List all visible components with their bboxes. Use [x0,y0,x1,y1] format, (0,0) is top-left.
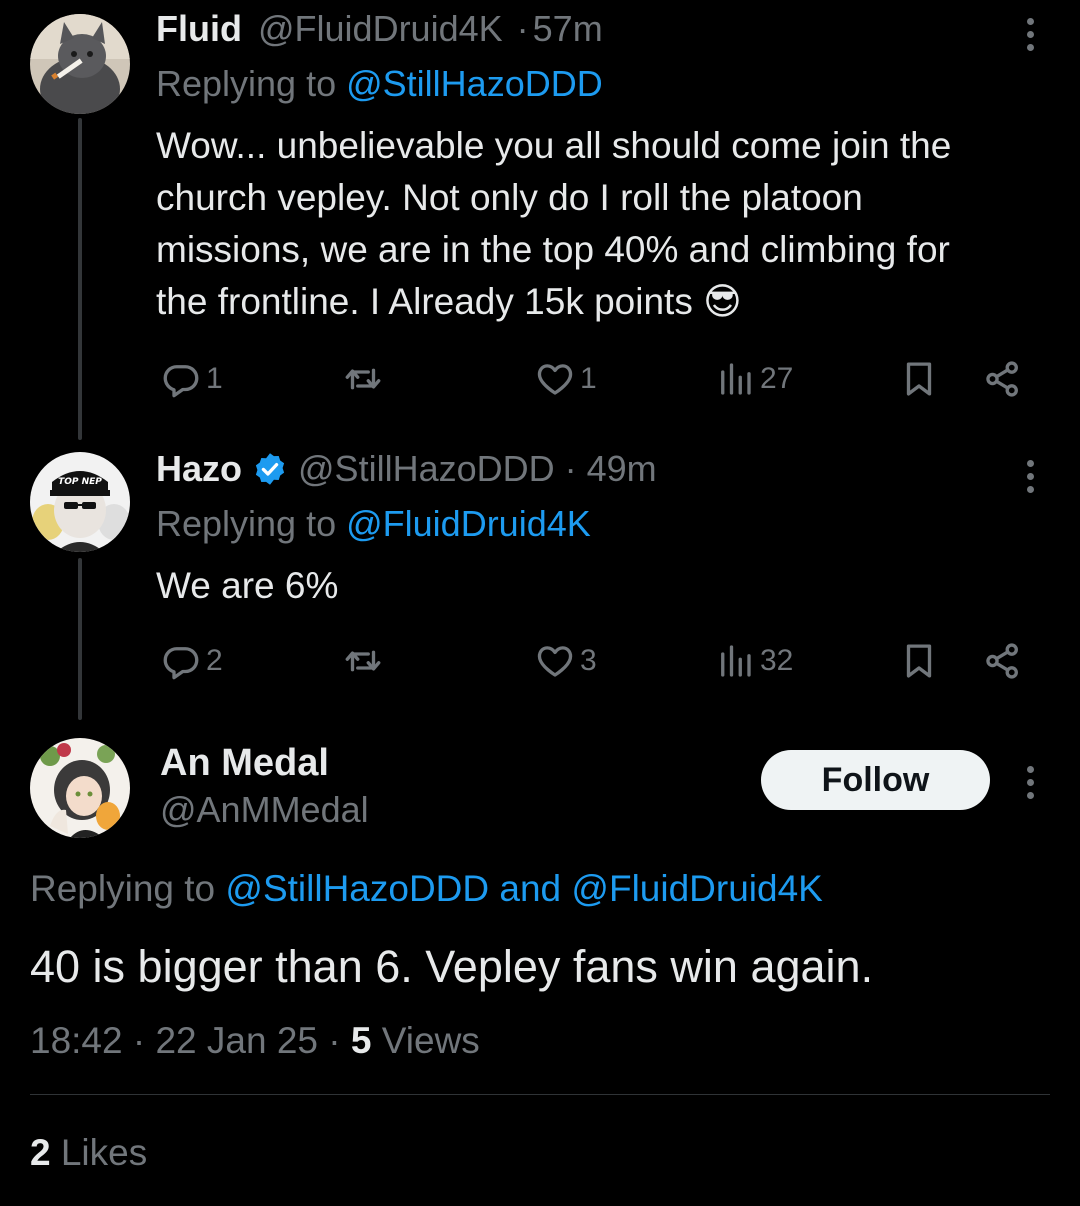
dot-separator: · [328,1020,341,1061]
tweet-text: We are 6% [156,560,1056,612]
action-bar: 1 1 27 [156,354,1036,404]
repost-icon [345,368,381,390]
tweet-text-line: missions, we are in the top 40% and clim… [156,229,950,270]
replying-prefix: Replying to [156,63,337,104]
reply-button[interactable]: 2 [160,636,223,686]
views-count: 32 [760,644,794,677]
handle[interactable]: @AnMMedal [160,789,369,830]
more-options-button[interactable] [1024,460,1036,499]
focused-tweet-text: 40 is bigger than 6. Vepley fans win aga… [30,941,874,992]
verified-badge-icon[interactable] [252,451,288,487]
dot-separator: · [564,448,577,489]
mention-link[interactable]: @StillHazoDDD [346,63,603,104]
follow-button[interactable]: Follow [761,750,990,810]
bookmark-button[interactable] [898,354,940,404]
replying-to: Replying to @StillHazoDDD [156,62,603,106]
tweet-meta: 18:42 · 22 Jan 25 · 5 Views [30,1018,480,1064]
repost-icon [345,650,381,672]
bookmark-icon [906,362,932,396]
dot-separator: · [516,8,529,49]
tweet-header: Hazo @StillHazoDDD · 49m [156,448,657,490]
views-button[interactable]: 27 [714,354,793,404]
action-bar: 2 3 32 [156,636,1036,686]
share-icon [986,361,1018,397]
tweet-text-line: the frontline. I Already 15k points 😎 [156,281,742,322]
display-name[interactable]: Fluid [156,8,242,49]
dot-separator: · [132,1020,146,1061]
handle[interactable]: @FluidDruid4K [258,8,503,49]
share-button[interactable] [982,354,1024,404]
author-name[interactable]: An Medal [160,740,329,786]
more-vertical-icon [1026,766,1034,773]
timestamp[interactable]: 49m [587,448,657,490]
anime-avatar-image: TOP NEP [30,452,130,552]
share-button[interactable] [982,636,1024,686]
likes-summary[interactable]: 2 Likes [30,1130,147,1176]
likes-label: Likes [60,1132,148,1173]
like-count: 1 [580,362,597,395]
views-button[interactable]: 32 [714,636,793,686]
anime-avatar-image [30,738,130,838]
replying-prefix: Replying to [30,868,216,909]
more-vertical-icon [1026,18,1034,25]
views-label: Views [381,1020,480,1061]
likes-count: 2 [30,1132,51,1173]
avatar-anmedal[interactable] [30,738,130,838]
bookmark-icon [906,644,932,678]
tweet-text-line: Wow... unbelievable you all should come … [156,125,952,166]
tweet-text-line: We are 6% [156,565,339,606]
like-count: 3 [580,644,597,677]
replying-to: Replying to @FluidDruid4K [156,502,591,546]
tweet-text: Wow... unbelievable you all should come … [156,120,1056,328]
display-name[interactable]: An Medal [160,742,329,784]
views-count: 27 [760,362,794,395]
avatar-fluid[interactable] [30,14,130,114]
reply-icon [163,647,199,680]
tweet-text-line: church vepley. Not only do I roll the pl… [156,177,863,218]
repost-button[interactable] [342,636,388,686]
mention-conjunction[interactable]: and [499,868,561,909]
reply-icon [163,365,199,398]
mention-link[interactable]: @FluidDruid4K [346,503,591,544]
tweet-header: Fluid @FluidDruid4K · 57m [156,8,603,50]
cap-text: TOP NEP [58,477,102,487]
views-icon [721,645,751,677]
replying-prefix: Replying to [156,503,337,544]
mention-link[interactable]: @StillHazoDDD [225,868,489,909]
timestamp-date[interactable]: 22 Jan 25 [155,1020,318,1061]
avatar-hazo[interactable]: TOP NEP [30,452,130,552]
views-icon [721,363,751,395]
handle[interactable]: @StillHazoDDD [298,448,555,490]
mention-link[interactable]: @FluidDruid4K [571,868,822,909]
cat-avatar-image [30,14,130,114]
more-options-button[interactable] [1024,18,1036,57]
more-vertical-icon [1026,460,1034,467]
reply-count: 2 [206,644,223,677]
like-button[interactable]: 1 [534,354,597,404]
like-button[interactable]: 3 [534,636,597,686]
author-handle[interactable]: @AnMMedal [160,788,369,832]
heart-icon [537,646,573,677]
views-count: 5 [350,1020,372,1061]
share-icon [986,643,1018,679]
timestamp[interactable]: 57m [533,8,603,49]
bookmark-button[interactable] [898,636,940,686]
divider [30,1094,1050,1095]
more-options-button[interactable] [1024,766,1036,805]
thread-line-1 [78,118,82,440]
timestamp-time[interactable]: 18:42 [30,1020,123,1061]
display-name[interactable]: Hazo [156,448,242,490]
reply-count: 1 [206,362,223,395]
reply-button[interactable]: 1 [160,354,223,404]
thread-line-2 [78,558,82,720]
repost-button[interactable] [342,354,388,404]
replying-to: Replying to @StillHazoDDD and @FluidDrui… [30,866,823,912]
heart-icon [537,364,573,395]
